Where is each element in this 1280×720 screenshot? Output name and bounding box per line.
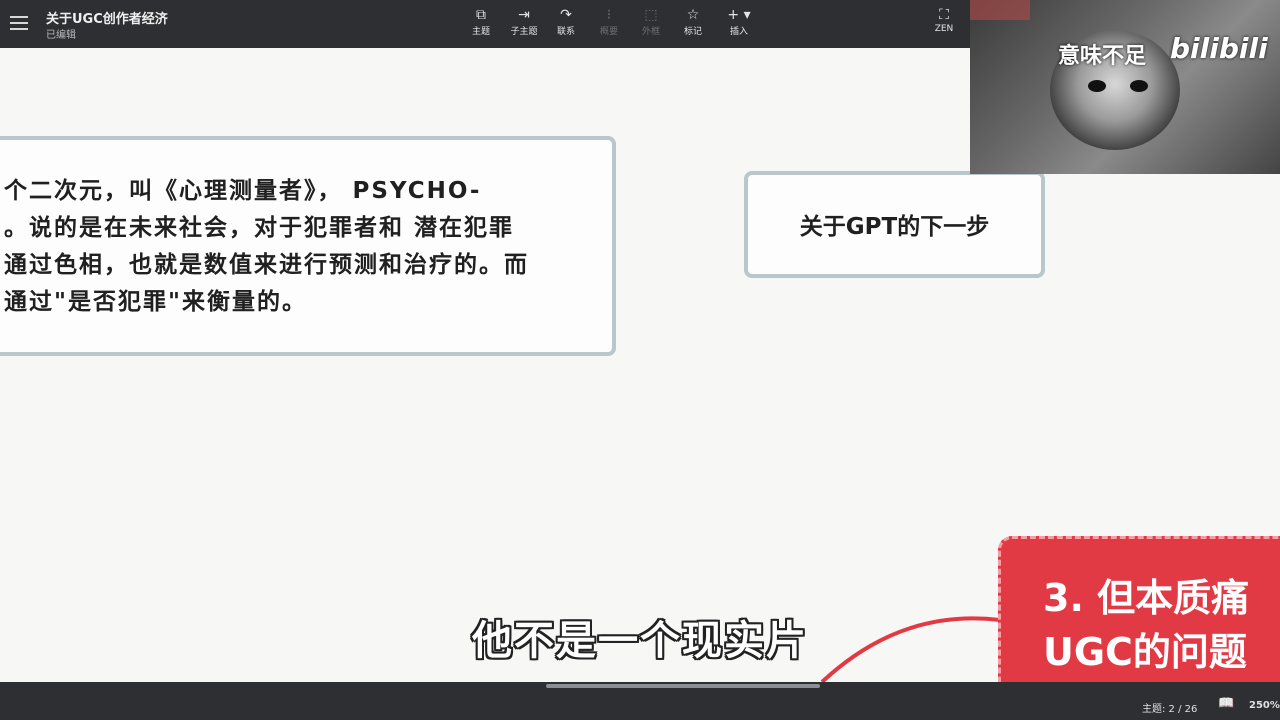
topic-button[interactable]: ⧉ 主题 [459,6,503,37]
watermark-text: 意味不足 [1058,44,1147,69]
topic-node-psycho-pass[interactable]: 个二次元，叫《心理测量者》， PSYCHO- 。说的是在未来社会，对于犯罪者和 … [0,136,616,356]
marker-label: 标记 [683,27,702,37]
eye-right [1130,80,1148,92]
plus-icon: + ▾ [727,7,751,23]
document-title[interactable]: 关于UGC创作者经济 [46,8,168,27]
boundary-button[interactable]: ⬚ 外框 [629,6,673,37]
node-line-3: 通过色相，也就是数值来进行预测和治疗的。而 [4,252,529,278]
summary-label: 概要 [599,27,618,37]
save-status: 已编辑 [46,30,76,41]
relationship-button[interactable]: ↷ 联系 [544,6,588,37]
topic-node-gpt-label: 关于GPT的下一步 [799,214,990,240]
star-icon: ☆ [686,7,700,23]
insert-label: 插入 [729,27,748,37]
menu-icon[interactable] [8,12,30,34]
red-node-line-2: UGC的问题 [1043,630,1247,674]
relationship-icon: ↷ [560,7,572,23]
boundary-icon: ⬚ [644,7,658,23]
zen-button[interactable]: ⛶ ZEN [922,6,966,34]
horizontal-scrollbar[interactable] [546,684,820,688]
status-bar: 主题: 2 / 26 📖 250% [0,682,1280,720]
relationship-label: 联系 [556,27,575,37]
zen-label: ZEN [934,24,954,34]
topic-node-gpt[interactable]: 关于GPT的下一步 [744,171,1045,278]
node-line-1: 个二次元，叫《心理测量者》， PSYCHO- [4,178,482,204]
insert-button[interactable]: + ▾ 插入 [717,6,761,37]
topic-label: 主题 [471,27,490,37]
zoom-level[interactable]: 250% [1249,700,1280,711]
summary-icon: ⁝ [606,7,612,23]
eye-left [1088,80,1106,92]
summary-button[interactable]: ⁝ 概要 [587,6,631,37]
subtopic-icon: ⇥ [518,7,530,23]
bilibili-logo: bilibili [1170,32,1268,65]
subtopic-button[interactable]: ⇥ 子主题 [502,6,546,37]
outline-icon[interactable]: 📖 [1218,696,1234,711]
node-line-4: 通过"是否犯罪"来衡量的。 [4,289,307,315]
webcam-overlay: 意味不足 bilibili [970,0,1280,174]
topic-icon: ⧉ [476,7,486,23]
topic-node-text: 个二次元，叫《心理测量者》， PSYCHO- 。说的是在未来社会，对于犯罪者和 … [4,173,604,321]
video-accent [970,0,1030,20]
video-subtitle: 他不是一个现实片 [472,618,808,664]
node-line-2: 。说的是在未来社会，对于犯罪者和 潜在犯罪 [4,215,515,241]
subtopic-label: 子主题 [510,27,538,37]
topic-node-ugc-problem[interactable]: 3. 但本质痛 UGC的问题 [998,536,1280,682]
fullscreen-icon: ⛶ [939,7,949,23]
marker-button[interactable]: ☆ 标记 [671,6,715,37]
red-node-line-1: 3. 但本质痛 [1043,576,1250,620]
topic-counter: 主题: 2 / 26 [1142,704,1198,715]
boundary-label: 外框 [641,27,660,37]
